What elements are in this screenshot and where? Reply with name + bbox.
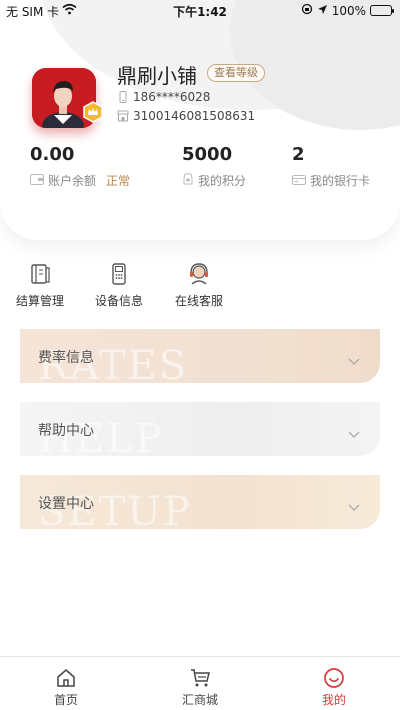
tab-home[interactable]: 首页: [36, 667, 96, 708]
phone-icon: [117, 91, 129, 103]
points-icon: [182, 173, 194, 188]
home-icon: [55, 667, 77, 689]
bank-cards-value: 2: [292, 144, 305, 165]
balance-label-row[interactable]: 账户余额 正常: [30, 172, 130, 189]
balance-value: 0.00: [30, 144, 75, 165]
store-icon: [117, 110, 129, 122]
chevron-down-icon: [348, 351, 360, 365]
view-level-button[interactable]: 查看等级: [207, 64, 265, 82]
phone-row: 186****6028: [117, 90, 210, 104]
merchant-id-row: 3100146081508631: [117, 109, 255, 123]
customer-service-icon: [187, 262, 211, 286]
section-title: 帮助中心: [38, 423, 94, 439]
bank-card-icon: [292, 174, 306, 188]
tab-bar: 首页 汇商城 我的: [0, 656, 400, 710]
shop-name: 鼎刷小铺: [117, 64, 197, 88]
pos-device-icon: [107, 262, 131, 286]
section-setup[interactable]: SETUP 设置中心: [20, 475, 380, 529]
smile-icon: [323, 667, 345, 689]
battery-percent: 100%: [331, 3, 366, 18]
location-icon: [317, 4, 328, 18]
section-title: 费率信息: [38, 350, 94, 366]
settlement-icon: [28, 262, 52, 286]
points-label-row[interactable]: 我的积分: [182, 172, 246, 189]
tab-label: 汇商城: [181, 693, 218, 707]
quick-action-label: 在线客服: [174, 294, 223, 308]
section-rates[interactable]: RATES 费率信息: [20, 329, 380, 383]
tab-mall[interactable]: 汇商城: [170, 667, 230, 708]
bank-cards-label-row[interactable]: 我的银行卡: [292, 172, 370, 189]
cart-icon: [189, 667, 211, 689]
status-bar: 无 SIM 卡 下午1:42 100%: [0, 0, 400, 22]
section-help[interactable]: HELP 帮助中心: [20, 402, 380, 456]
quick-action-label: 设备信息: [94, 294, 143, 308]
wallet-icon: [30, 173, 44, 188]
tab-label: 首页: [53, 693, 78, 707]
quick-action-device[interactable]: 设备信息: [84, 262, 154, 309]
orientation-lock-icon: [301, 3, 313, 18]
tab-mine[interactable]: 我的: [304, 667, 364, 708]
vip-crown-icon: [82, 101, 104, 123]
bank-cards-label: 我的银行卡: [310, 174, 371, 188]
chevron-down-icon: [348, 497, 360, 511]
chevron-down-icon: [348, 424, 360, 438]
section-title: 设置中心: [38, 496, 94, 512]
merchant-id: 3100146081508631: [133, 109, 256, 123]
tab-label: 我的: [321, 693, 346, 707]
balance-label: 账户余额: [48, 174, 97, 188]
points-value: 5000: [182, 144, 233, 165]
account-status: 正常: [106, 174, 131, 188]
quick-action-settlement[interactable]: 结算管理: [5, 262, 75, 309]
points-label: 我的积分: [198, 174, 247, 188]
battery-icon: [370, 5, 394, 16]
quick-action-customer-service[interactable]: 在线客服: [164, 262, 234, 309]
quick-action-label: 结算管理: [15, 294, 64, 308]
phone-number: 186****6028: [133, 90, 211, 104]
